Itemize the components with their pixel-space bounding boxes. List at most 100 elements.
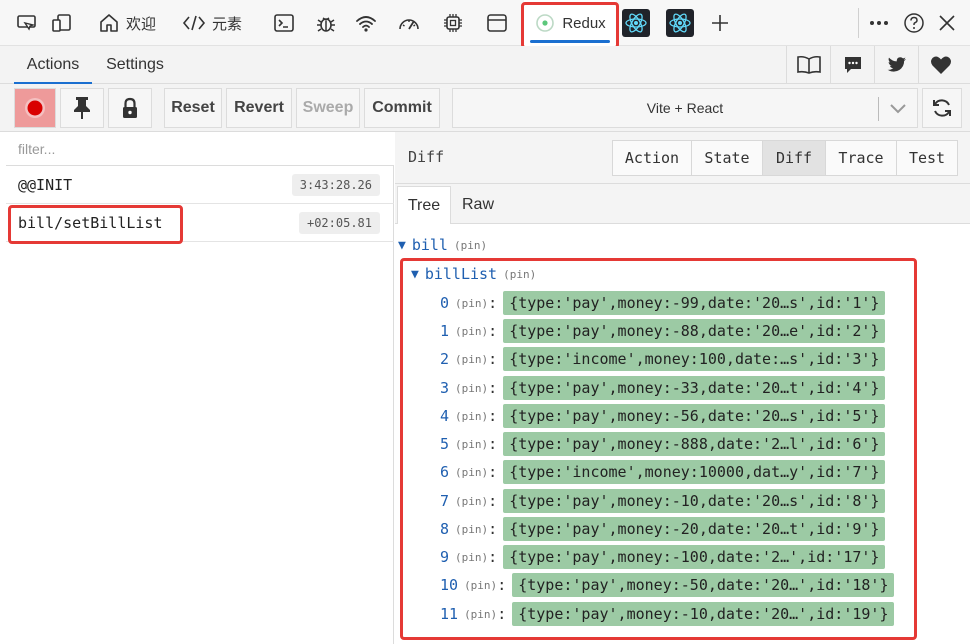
sponsor-button[interactable] [918, 46, 962, 84]
pin-link[interactable]: (pin) [455, 325, 488, 338]
colon: : [488, 435, 498, 453]
mode-tab-state[interactable]: State [691, 140, 763, 176]
pin-link[interactable]: (pin) [503, 268, 536, 281]
action-item-setbilllist[interactable]: bill/setBillList +02:05.81 [6, 204, 394, 242]
revert-button[interactable]: Revert [226, 88, 292, 128]
pin-link[interactable]: (pin) [455, 466, 488, 479]
action-name: bill/setBillList [18, 213, 163, 232]
refresh-button[interactable] [922, 88, 962, 128]
item-value: {type:'pay',money:-10,date:'20…s',id:'8'… [503, 489, 886, 513]
chat-icon [844, 57, 861, 73]
pin-link[interactable]: (pin) [455, 438, 488, 451]
tab-welcome[interactable]: 欢迎 [94, 0, 160, 46]
pin-link[interactable]: (pin) [464, 579, 497, 592]
item-value: {type:'pay',money:-33,date:'20…t',id:'4'… [503, 376, 886, 400]
help-button[interactable] [898, 0, 930, 46]
tree-item[interactable]: 7 (pin): {type:'pay',money:-10,date:'20…s'… [440, 489, 886, 513]
action-name: @@INIT [18, 175, 73, 194]
tab-welcome-label: 欢迎 [125, 15, 156, 33]
instance-select[interactable]: Vite + React [452, 88, 918, 128]
sweep-button[interactable]: Sweep [296, 88, 360, 128]
item-value: {type:'income',money:10000,dat…y',id:'7'… [503, 460, 886, 484]
lock-button[interactable] [108, 88, 152, 128]
item-value: {type:'pay',money:-888,date:'2…l',id:'6'… [503, 432, 886, 456]
tab-application[interactable] [480, 0, 514, 46]
tab-console[interactable] [268, 0, 300, 46]
device-emulation-tab[interactable] [10, 0, 44, 46]
more-button[interactable] [864, 0, 894, 46]
pin-link[interactable]: (pin) [455, 410, 488, 423]
select-divider [878, 97, 879, 121]
pin-link[interactable]: (pin) [464, 608, 497, 621]
pin-link[interactable]: (pin) [455, 495, 488, 508]
subtab-tree[interactable]: Tree [397, 186, 451, 224]
subtab-raw[interactable]: Raw [453, 186, 503, 224]
tree-item[interactable]: 4 (pin): {type:'pay',money:-56,date:'20…s'… [440, 404, 886, 428]
tab-react-components[interactable] [618, 0, 654, 46]
tree-item[interactable]: 3 (pin): {type:'pay',money:-33,date:'20…t'… [440, 376, 886, 400]
tree-item[interactable]: 10 (pin): {type:'pay',money:-50,date:'20…'… [440, 573, 895, 597]
item-value: {type:'pay',money:-88,date:'20…e',id:'2'… [503, 319, 886, 343]
tab-network[interactable] [350, 0, 382, 46]
tab-sources[interactable] [310, 0, 342, 46]
pin-link[interactable]: (pin) [455, 551, 488, 564]
add-tab-button[interactable] [704, 0, 736, 46]
refresh-icon [933, 99, 951, 117]
more-icon [870, 21, 888, 25]
close-devtools-button[interactable] [932, 0, 962, 46]
tree-item[interactable]: 6 (pin): {type:'income',money:10000,dat…y'… [440, 460, 886, 484]
record-button[interactable] [14, 88, 56, 128]
pin-link[interactable]: (pin) [455, 523, 488, 536]
chip-icon [444, 14, 462, 32]
tree-item[interactable]: 11 (pin): {type:'pay',money:-10,date:'20…'… [440, 602, 895, 626]
tab-memory[interactable] [436, 0, 470, 46]
tree-key: bill [411, 236, 448, 254]
persist-button[interactable] [60, 88, 104, 128]
mode-tab-trace[interactable]: Trace [825, 140, 897, 176]
item-value: {type:'pay',money:-50,date:'20…',id:'18'… [512, 573, 895, 597]
tree-item[interactable]: 5 (pin): {type:'pay',money:-888,date:'2…l'… [440, 432, 886, 456]
tree-node-bill[interactable]: ▼ bill (pin) [398, 236, 487, 254]
filter-input[interactable] [6, 132, 394, 166]
tab-elements[interactable]: 元素 [178, 0, 246, 46]
item-index: 4 [440, 407, 450, 425]
tab-performance[interactable] [392, 0, 426, 46]
tree-item[interactable]: 1 (pin): {type:'pay',money:-88,date:'20…e'… [440, 319, 886, 343]
tree-item[interactable]: 2 (pin): {type:'income',money:100,date:…s'… [440, 347, 886, 371]
tab-settings[interactable]: Settings [94, 46, 176, 84]
twitter-button[interactable] [874, 46, 918, 84]
commit-button[interactable]: Commit [364, 88, 440, 128]
pin-icon [74, 97, 90, 119]
instance-select-value: Vite + React [646, 100, 724, 116]
action-time: 3:43:28.26 [291, 174, 380, 196]
item-index: 10 [440, 576, 459, 594]
action-time: +02:05.81 [298, 212, 380, 234]
mode-tab-action[interactable]: Action [612, 140, 692, 176]
device-toolbar-tab[interactable] [46, 0, 78, 46]
tree-node-billlist[interactable]: ▼ billList (pin) [411, 265, 536, 283]
mode-tab-test[interactable]: Test [896, 140, 958, 176]
item-value: {type:'pay',money:-20,date:'20…t',id:'9'… [503, 517, 886, 541]
mode-tab-diff[interactable]: Diff [762, 140, 826, 176]
reset-button[interactable]: Reset [164, 88, 222, 128]
tab-react-profiler[interactable] [662, 0, 698, 46]
item-index: 11 [440, 605, 459, 623]
action-item-init[interactable]: @@INIT 3:43:28.26 [6, 166, 394, 204]
feedback-button[interactable] [830, 46, 874, 84]
tab-actions[interactable]: Actions [14, 46, 92, 84]
devtools-tab-bar: 欢迎 元素 Redux [0, 0, 970, 46]
tree-item[interactable]: 0 (pin): {type:'pay',money:-99,date:'20…s'… [440, 291, 886, 315]
item-index: 3 [440, 379, 450, 397]
action-list-panel: @@INIT 3:43:28.26 bill/setBillList +02:0… [6, 132, 394, 644]
tree-item[interactable]: 8 (pin): {type:'pay',money:-20,date:'20…t'… [440, 517, 886, 541]
docs-button[interactable] [786, 46, 830, 84]
pin-link[interactable]: (pin) [455, 297, 488, 310]
pin-link[interactable]: (pin) [454, 239, 487, 252]
expand-triangle-icon: ▼ [398, 237, 406, 253]
react-icon [666, 9, 694, 37]
tree-item[interactable]: 9 (pin): {type:'pay',money:-100,date:'2…',… [440, 545, 886, 569]
colon: : [488, 492, 498, 510]
tab-redux[interactable]: Redux [524, 0, 616, 46]
pin-link[interactable]: (pin) [455, 353, 488, 366]
pin-link[interactable]: (pin) [455, 382, 488, 395]
